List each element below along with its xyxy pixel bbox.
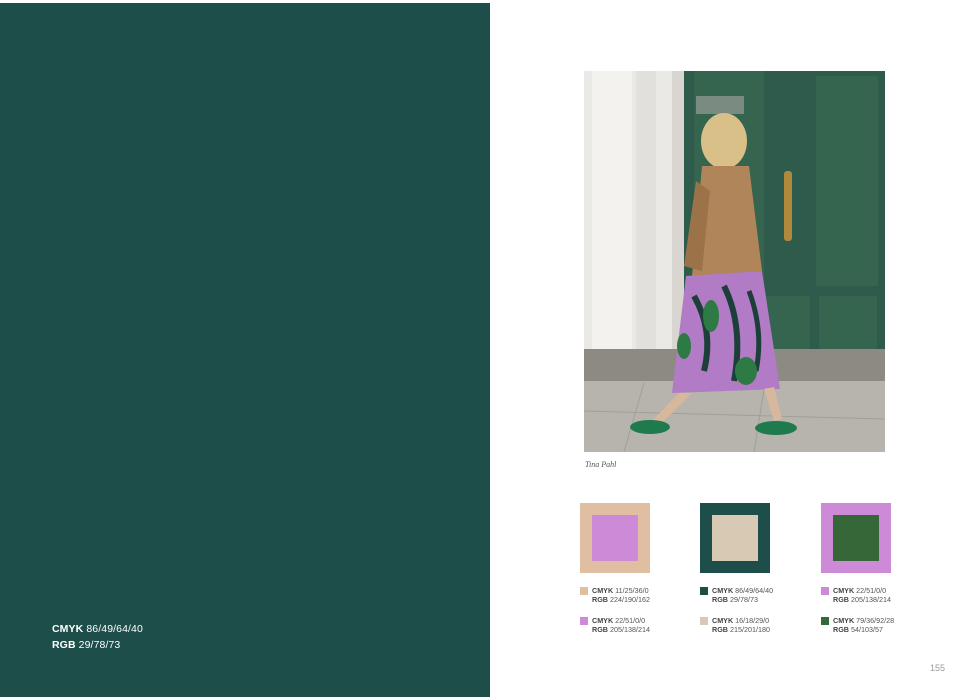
color-chip bbox=[700, 617, 708, 625]
fashion-photo bbox=[584, 71, 885, 452]
swatch-inner bbox=[712, 515, 758, 561]
rgb-value: 29/78/73 bbox=[78, 639, 121, 651]
color-code: CMYK 79/36/92/28 RGB 54/103/57 bbox=[821, 616, 894, 634]
color-chip bbox=[580, 587, 588, 595]
color-chip bbox=[821, 587, 829, 595]
color-code: CMYK 22/51/0/0 RGB 205/138/214 bbox=[821, 586, 891, 604]
cmyk-value: 86/49/64/40 bbox=[86, 623, 143, 635]
cmyk-label: CMYK bbox=[52, 623, 84, 635]
color-code: CMYK 86/49/64/40 RGB 29/78/73 bbox=[700, 586, 773, 604]
photo-credit: Tina Pahl bbox=[585, 460, 617, 469]
rgb-label: RGB bbox=[52, 639, 76, 651]
fashion-photo-illustration bbox=[584, 71, 885, 452]
swatch-lilac-green bbox=[821, 503, 891, 573]
swatch-beige-lilac bbox=[580, 503, 650, 573]
color-code: CMYK 22/51/0/0 RGB 205/138/214 bbox=[580, 616, 650, 634]
color-chip bbox=[580, 617, 588, 625]
swatch-green-sand bbox=[700, 503, 770, 573]
color-field-panel: CMYK 86/49/64/40 RGB 29/78/73 bbox=[0, 3, 490, 697]
left-color-codes: CMYK 86/49/64/40 RGB 29/78/73 bbox=[52, 621, 143, 653]
color-chip bbox=[700, 587, 708, 595]
swatch-inner bbox=[833, 515, 879, 561]
color-code: CMYK 11/25/36/0 RGB 224/190/162 bbox=[580, 586, 650, 604]
swatch-inner bbox=[592, 515, 638, 561]
page-number: 155 bbox=[930, 663, 946, 673]
color-chip bbox=[821, 617, 829, 625]
color-code: CMYK 16/18/29/0 RGB 215/201/180 bbox=[700, 616, 770, 634]
